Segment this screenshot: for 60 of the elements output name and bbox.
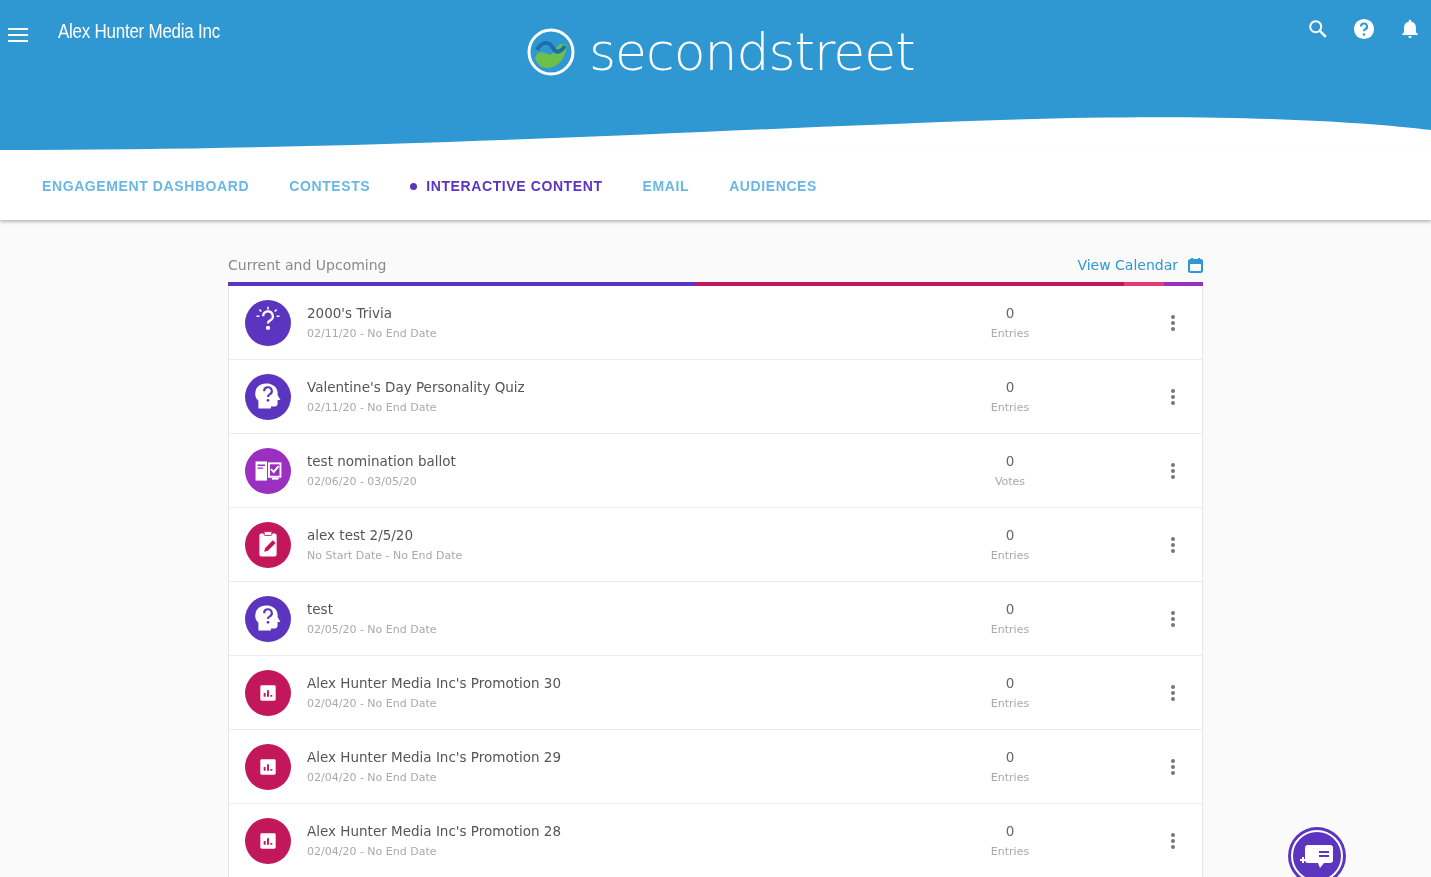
item-dates: 02/05/20 - No End Date (307, 623, 438, 636)
item-dates: 02/04/20 - No End Date (307, 697, 438, 710)
more-options-icon[interactable] (1170, 313, 1176, 332)
content-row[interactable]: Valentine's Day Personality Quiz 02/11/20 - No End Date 0 Entries (229, 360, 1202, 434)
entry-count: 0 (1005, 305, 1015, 321)
logo-icon (527, 28, 575, 76)
count-label: Entries (990, 845, 1030, 858)
item-dates: 02/04/20 - No End Date (307, 771, 438, 784)
count-label: Entries (990, 401, 1030, 414)
nav-tab[interactable]: INTERACTIVE CONTENT (410, 178, 603, 194)
item-title: Alex Hunter Media Inc's Promotion 30 (307, 675, 563, 691)
entry-count: 0 (1005, 823, 1015, 839)
active-dot-icon (410, 182, 418, 190)
item-title: Valentine's Day Personality Quiz (307, 379, 526, 395)
item-dates: 02/06/20 - 03/05/20 (307, 475, 418, 488)
count-label: Entries (990, 623, 1030, 636)
content-row[interactable]: Alex Hunter Media Inc's Promotion 28 02/04/20 - No End Date 0 Entries (229, 804, 1202, 877)
section-title: Current and Upcoming (228, 257, 387, 273)
item-dates: 02/11/20 - No End Date (307, 327, 438, 340)
entry-count: 0 (1005, 749, 1015, 765)
more-options-icon[interactable] (1170, 757, 1176, 776)
more-options-icon[interactable] (1170, 609, 1176, 628)
item-title: test nomination ballot (307, 453, 457, 469)
entry-count: 0 (1005, 527, 1015, 543)
search-icon[interactable] (1307, 18, 1329, 40)
entry-count: 0 (1005, 379, 1015, 395)
item-dates: No Start Date - No End Date (307, 549, 464, 562)
more-options-icon[interactable] (1170, 683, 1176, 702)
content-row[interactable]: Alex Hunter Media Inc's Promotion 30 02/04/20 - No End Date 0 Entries (229, 656, 1202, 730)
content-row[interactable]: 2000's Trivia 02/11/20 - No End Date 0 Entries (229, 286, 1202, 360)
item-dates: 02/04/20 - No End Date (307, 845, 438, 858)
content-row[interactable]: Alex Hunter Media Inc's Promotion 29 02/04/20 - No End Date 0 Entries (229, 730, 1202, 804)
content-row[interactable]: test nomination ballot 02/06/20 - 03/05/20 0 Votes (229, 434, 1202, 508)
account-name: Alex Hunter Media Inc (58, 20, 220, 43)
calendar-icon (1188, 257, 1203, 273)
more-options-icon[interactable] (1170, 387, 1176, 406)
entry-count: 0 (1005, 675, 1015, 691)
count-label: Votes (994, 475, 1026, 488)
item-title: 2000's Trivia (307, 305, 393, 321)
content-row[interactable]: alex test 2/5/20 No Start Date - No End Date 0 Entries (229, 508, 1202, 582)
count-label: Entries (990, 771, 1030, 784)
bell-icon[interactable] (1399, 18, 1421, 40)
entry-count: 0 (1005, 453, 1015, 469)
entry-count: 0 (1005, 601, 1015, 617)
item-title: Alex Hunter Media Inc's Promotion 28 (307, 823, 563, 839)
menu-icon[interactable] (8, 27, 28, 43)
item-title: alex test 2/5/20 (307, 527, 415, 543)
count-label: Entries (990, 327, 1030, 340)
add-content-button[interactable] (1288, 827, 1346, 877)
content-row[interactable]: test 02/05/20 - No End Date 0 Entries (229, 582, 1202, 656)
more-options-icon[interactable] (1170, 461, 1176, 480)
logo-text: secondstreet (589, 22, 915, 82)
more-options-icon[interactable] (1170, 831, 1176, 850)
count-label: Entries (990, 697, 1030, 710)
item-dates: 02/11/20 - No End Date (307, 401, 438, 414)
item-title: Alex Hunter Media Inc's Promotion 29 (307, 749, 563, 765)
more-options-icon[interactable] (1170, 535, 1176, 554)
help-icon[interactable] (1353, 18, 1375, 40)
count-label: Entries (990, 549, 1030, 562)
item-title: test (307, 601, 334, 617)
